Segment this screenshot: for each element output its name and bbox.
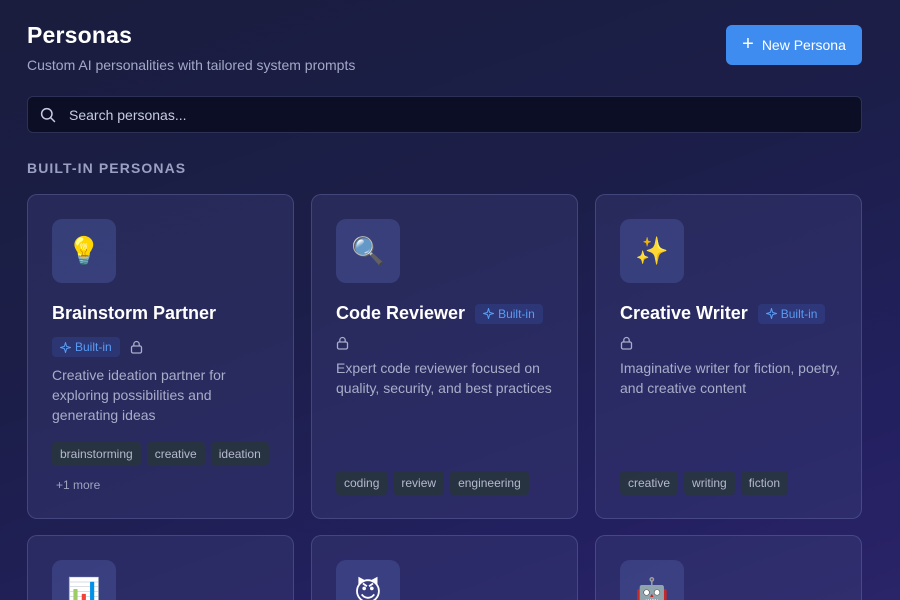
sparkle-icon — [765, 308, 777, 319]
lock-icon — [620, 336, 633, 350]
persona-description: Creative ideation partner for exploring … — [52, 367, 226, 423]
tag: creative — [146, 442, 205, 466]
lock-icon — [336, 336, 349, 350]
plus-icon: + — [742, 33, 754, 55]
section-title: BUILT-IN PERSONAS — [27, 160, 187, 176]
persona-card[interactable]: 📊 — [27, 535, 294, 600]
search-bar[interactable] — [27, 96, 862, 133]
persona-card[interactable]: 😈 — [311, 535, 578, 600]
badge-label: Built-in — [780, 306, 818, 321]
devil-face-icon: 😈 — [336, 560, 400, 600]
persona-name: Creative Writer — [620, 303, 748, 323]
search-icon — [40, 107, 56, 122]
badge-label: Built-in — [75, 340, 112, 354]
tag-list: brainstorming creative ideation +1 more — [52, 442, 272, 497]
lightbulb-icon: 💡 — [52, 219, 116, 283]
tag: review — [393, 471, 445, 495]
page-header: Personas Custom AI personalities with ta… — [27, 22, 355, 73]
bar-chart-icon: 📊 — [52, 560, 116, 600]
search-input[interactable] — [69, 106, 829, 123]
persona-card[interactable]: 🤖 — [595, 535, 862, 600]
tag: engineering — [450, 471, 529, 495]
persona-card-code-reviewer[interactable]: 🔍 Code Reviewer Built-in Expert code rev… — [311, 194, 578, 519]
persona-description: Imaginative writer for fiction, poetry, … — [620, 360, 840, 396]
persona-card-brainstorm-partner[interactable]: 💡 Brainstorm Partner Built-in Creative i… — [27, 194, 294, 519]
persona-name: Brainstorm Partner — [52, 303, 217, 323]
tag: creative — [620, 471, 679, 495]
new-persona-button[interactable]: + New Persona — [726, 25, 862, 65]
tag: fiction — [740, 471, 789, 495]
persona-card-creative-writer[interactable]: ✨ Creative Writer Built-in Imaginative w… — [595, 194, 862, 519]
tag-list: creative writing fiction — [620, 471, 840, 495]
tag: brainstorming — [52, 442, 141, 466]
lock-icon — [130, 340, 142, 354]
magnifier-icon: 🔍 — [336, 219, 400, 283]
persona-description: Expert code reviewer focused on quality,… — [336, 360, 552, 396]
more-tags-link[interactable]: +1 more — [52, 473, 104, 497]
built-in-badge: Built-in — [475, 303, 543, 324]
sparkle-icon — [483, 308, 495, 319]
tag-list: coding review engineering — [336, 471, 556, 495]
tag: coding — [336, 471, 388, 495]
persona-name: Code Reviewer — [336, 303, 466, 323]
tag: writing — [684, 471, 735, 495]
sparkle-icon — [60, 341, 71, 353]
sparkles-icon: ✨ — [620, 219, 684, 283]
badge-label: Built-in — [498, 306, 535, 321]
robot-icon: 🤖 — [620, 560, 684, 600]
built-in-badge: Built-in — [52, 337, 120, 357]
new-persona-label: New Persona — [761, 37, 846, 53]
page-title: Personas — [27, 22, 133, 48]
built-in-badge: Built-in — [757, 303, 826, 324]
page-subtitle: Custom AI personalities with tailored sy… — [27, 57, 356, 73]
tag: ideation — [210, 442, 269, 466]
